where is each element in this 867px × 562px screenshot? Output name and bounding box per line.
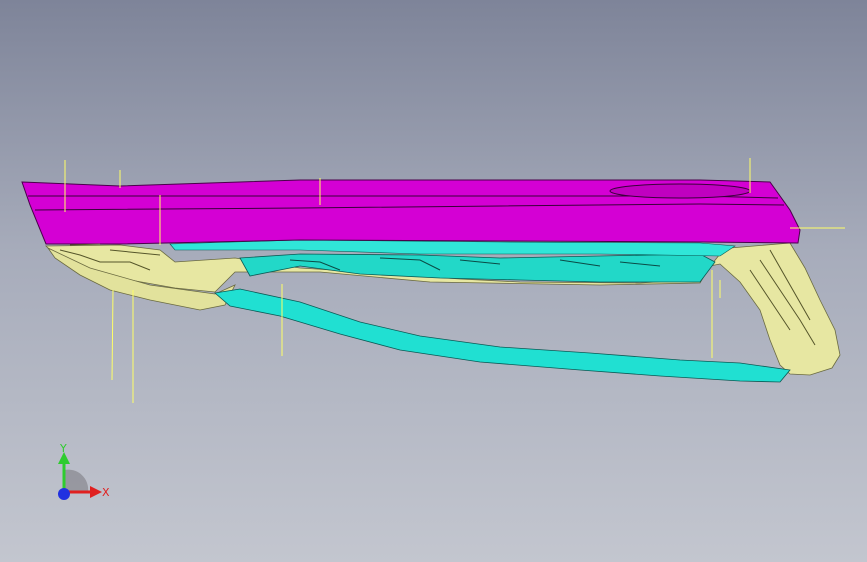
- cyan-lower-band[interactable]: [169, 239, 736, 257]
- y-axis-label: Y: [60, 442, 67, 455]
- cyan-inner-bracket[interactable]: [239, 253, 716, 283]
- cad-viewport[interactable]: Y X: [0, 0, 867, 562]
- x-axis-label: X: [102, 486, 110, 499]
- 3d-model-view[interactable]: [0, 0, 867, 562]
- cyan-seal-strip[interactable]: [214, 288, 791, 383]
- coordinate-triad: Y X: [44, 440, 114, 510]
- door-handle-recess[interactable]: [609, 183, 751, 199]
- axis-triad-icon: [58, 452, 102, 500]
